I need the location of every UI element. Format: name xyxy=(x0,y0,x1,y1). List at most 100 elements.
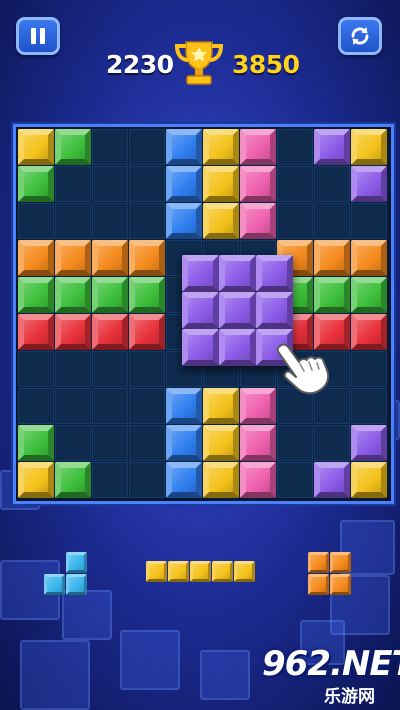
board-cell[interactable] xyxy=(92,462,128,498)
dragged-block xyxy=(219,292,256,329)
board-cell[interactable] xyxy=(55,203,91,239)
board-block xyxy=(166,462,202,498)
board-cell[interactable] xyxy=(92,351,128,387)
board-block xyxy=(240,166,276,202)
board-block xyxy=(55,462,91,498)
board-block xyxy=(166,129,202,165)
tray-block xyxy=(330,552,351,573)
current-score: 2230 xyxy=(106,50,174,79)
board-cell[interactable] xyxy=(55,425,91,461)
site-watermark: 962.NET 乐游网 xyxy=(262,644,400,707)
board-cell[interactable] xyxy=(314,203,350,239)
board-block xyxy=(55,240,91,276)
trophy-icon xyxy=(174,41,224,85)
board-cell[interactable] xyxy=(92,388,128,424)
board-block xyxy=(203,388,239,424)
restart-button[interactable] xyxy=(338,17,382,55)
board-block xyxy=(351,314,387,350)
tray-block xyxy=(66,552,87,573)
board-block xyxy=(18,314,54,350)
board-cell[interactable] xyxy=(129,166,165,202)
tray-block xyxy=(308,574,329,595)
board-block xyxy=(351,166,387,202)
pointing-hand-icon xyxy=(276,343,330,395)
board-block xyxy=(240,203,276,239)
board-cell[interactable] xyxy=(277,129,313,165)
tray-block xyxy=(330,574,351,595)
restart-icon xyxy=(351,27,369,45)
board-block xyxy=(129,240,165,276)
board-block xyxy=(92,314,128,350)
board-block xyxy=(351,129,387,165)
board-block xyxy=(240,425,276,461)
watermark-text: 962.NET xyxy=(262,644,400,684)
dragged-block xyxy=(182,255,219,292)
board-block xyxy=(240,129,276,165)
board-block xyxy=(166,203,202,239)
board-cell[interactable] xyxy=(314,425,350,461)
board-block xyxy=(18,129,54,165)
dragged-block xyxy=(256,255,293,292)
board-block xyxy=(351,425,387,461)
board-cell[interactable] xyxy=(129,388,165,424)
dragged-block xyxy=(219,255,256,292)
board-block xyxy=(351,462,387,498)
board-block xyxy=(166,166,202,202)
dragged-block xyxy=(256,292,293,329)
board-cell[interactable] xyxy=(351,388,387,424)
board-cell[interactable] xyxy=(351,203,387,239)
tray-block xyxy=(146,561,167,582)
board-block xyxy=(314,462,350,498)
board-block xyxy=(18,240,54,276)
board-cell[interactable] xyxy=(18,388,54,424)
board-block xyxy=(314,240,350,276)
board-cell[interactable] xyxy=(55,351,91,387)
board-cell[interactable] xyxy=(129,351,165,387)
board-block xyxy=(92,277,128,313)
tray-block xyxy=(66,574,87,595)
board-block xyxy=(203,129,239,165)
board-cell[interactable] xyxy=(92,425,128,461)
board-block xyxy=(129,314,165,350)
board-cell[interactable] xyxy=(129,129,165,165)
board-cell[interactable] xyxy=(18,203,54,239)
best-score: 3850 xyxy=(232,50,300,79)
board-block xyxy=(55,314,91,350)
board-cell[interactable] xyxy=(55,166,91,202)
tray-block xyxy=(234,561,255,582)
board-cell[interactable] xyxy=(314,166,350,202)
board-cell[interactable] xyxy=(351,351,387,387)
board-cell[interactable] xyxy=(129,462,165,498)
board-block xyxy=(314,277,350,313)
board-block xyxy=(203,462,239,498)
board-cell[interactable] xyxy=(92,203,128,239)
piece-tray xyxy=(0,540,400,610)
watermark-subtext: 乐游网 xyxy=(324,687,375,707)
board-cell[interactable] xyxy=(277,166,313,202)
board-block xyxy=(55,277,91,313)
board-cell[interactable] xyxy=(277,203,313,239)
tray-block xyxy=(44,574,65,595)
dragged-block xyxy=(182,292,219,329)
board-block xyxy=(166,425,202,461)
board-block xyxy=(18,277,54,313)
dragged-block xyxy=(219,329,256,366)
board-block xyxy=(166,388,202,424)
board-cell[interactable] xyxy=(18,351,54,387)
board-cell[interactable] xyxy=(277,462,313,498)
board-cell[interactable] xyxy=(129,425,165,461)
board-block xyxy=(314,129,350,165)
board-block xyxy=(203,203,239,239)
board-block xyxy=(18,462,54,498)
pause-button[interactable] xyxy=(16,17,60,55)
board-cell[interactable] xyxy=(129,203,165,239)
board-block xyxy=(55,129,91,165)
board-block xyxy=(92,240,128,276)
board-block xyxy=(203,166,239,202)
board-cell[interactable] xyxy=(55,388,91,424)
board-cell[interactable] xyxy=(92,166,128,202)
board-cell[interactable] xyxy=(277,425,313,461)
tray-block xyxy=(190,561,211,582)
board-block xyxy=(129,277,165,313)
board-cell[interactable] xyxy=(92,129,128,165)
